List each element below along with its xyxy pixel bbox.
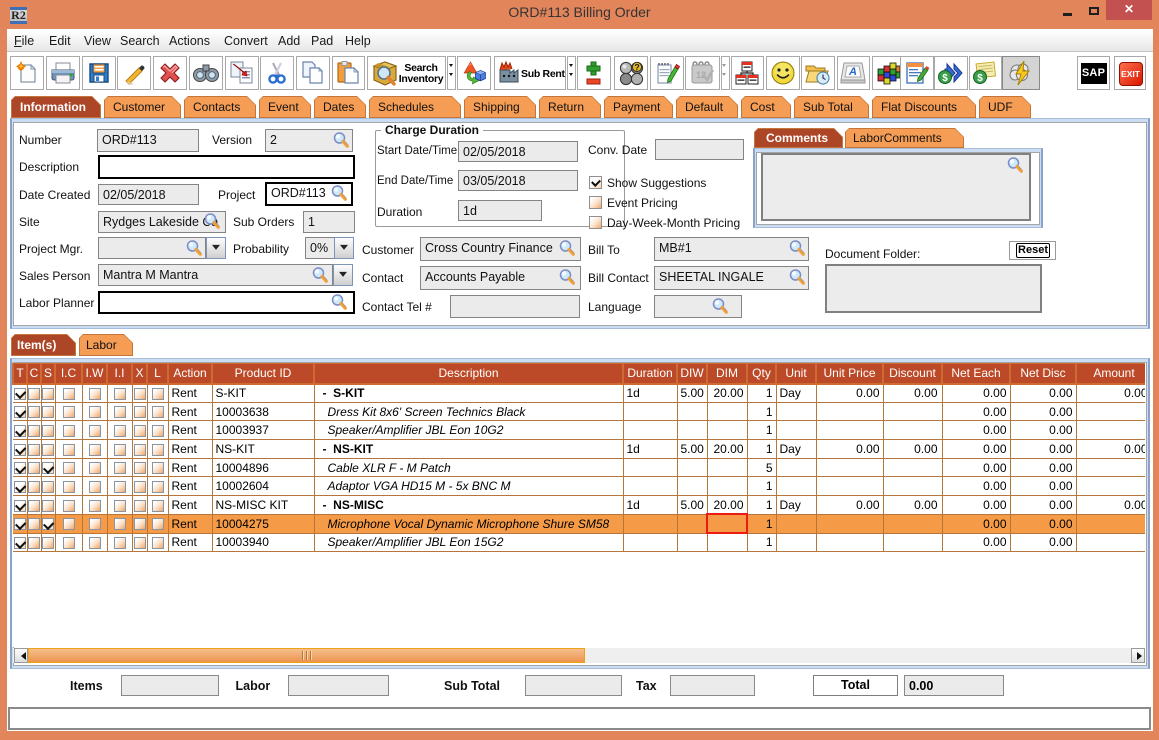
svg-text:$: $ bbox=[942, 73, 948, 84]
svg-text:A: A bbox=[848, 66, 857, 78]
svg-text:$: $ bbox=[977, 73, 983, 84]
svg-text:?: ? bbox=[634, 63, 640, 73]
